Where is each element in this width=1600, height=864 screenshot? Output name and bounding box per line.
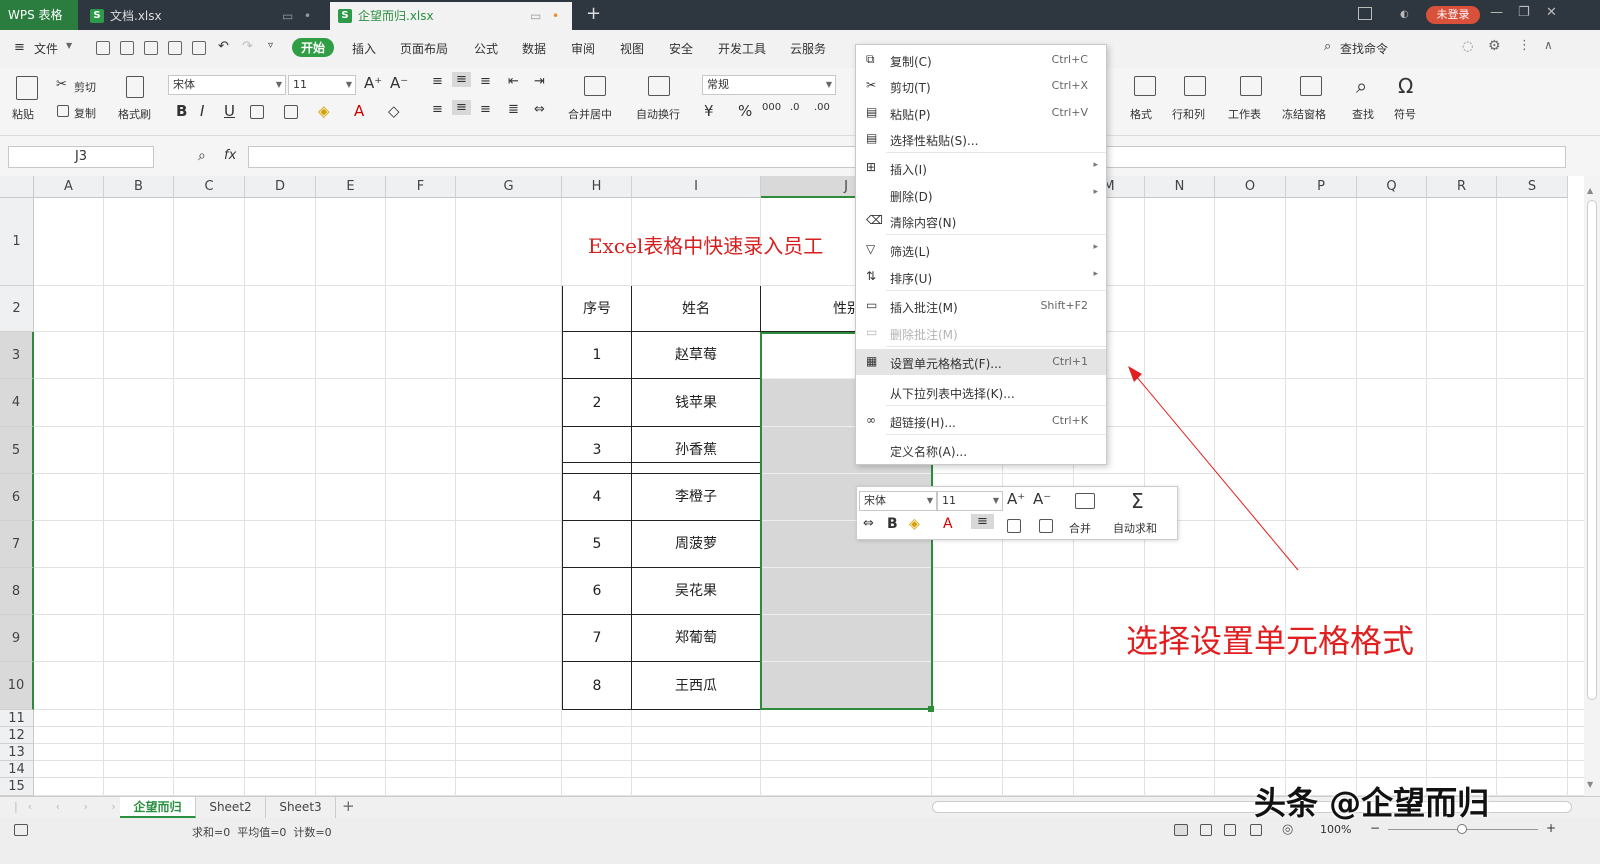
submenu-arrow-icon: ▸ xyxy=(1093,187,1098,197)
font-color-icon[interactable]: A xyxy=(943,516,953,532)
context-menu-shortcut: Shift+F2 xyxy=(1040,299,1088,312)
filter-icon: ▽ xyxy=(866,242,876,256)
context-menu-item-4[interactable]: ⊞ 插入(I) ▸ xyxy=(856,155,1106,181)
zoom-in-icon[interactable]: + xyxy=(1546,821,1556,835)
context-menu-label: 复制(C) xyxy=(890,55,932,69)
context-menu-shortcut: Ctrl+C xyxy=(1051,53,1088,66)
context-menu: ⧉ 复制(C) Ctrl+C ✂ 剪切(T) Ctrl+X ▤ 粘贴(P) Ctrl+V ▤ 选择性… xyxy=(855,44,1107,465)
context-menu-item-7[interactable]: ▽ 筛选(L) ▸ xyxy=(856,237,1106,263)
eraser-icon: ⌫ xyxy=(866,213,883,227)
chevron-down-icon: ▼ xyxy=(992,496,999,505)
context-menu-item-2[interactable]: ▤ 粘贴(P) Ctrl+V xyxy=(856,100,1106,126)
context-menu-item-8[interactable]: ⇅ 排序(U) ▸ xyxy=(856,264,1106,290)
sheet-tab-2[interactable]: Sheet2 xyxy=(196,797,266,818)
submenu-arrow-icon: ▸ xyxy=(1093,269,1098,279)
annotation-text: 选择设置单元格格式 xyxy=(1126,622,1415,660)
fill-color-icon[interactable]: ◈ xyxy=(909,516,920,532)
context-menu-item-12[interactable]: 从下拉列表中选择(K)... xyxy=(856,379,1106,405)
context-menu-label: 设置单元格格式(F)... xyxy=(890,357,1002,371)
context-menu-label: 排序(U) xyxy=(890,272,933,286)
eye-icon[interactable]: ◎ xyxy=(1282,822,1293,837)
submenu-arrow-icon: ▸ xyxy=(1093,242,1098,252)
status-bar: 求和=0 平均值=0 计数=0 ◎ 100% − + xyxy=(0,818,1600,864)
link-icon: ∞ xyxy=(866,413,876,427)
context-menu-label: 插入批注(M) xyxy=(890,301,958,315)
submenu-arrow-icon: ▸ xyxy=(1093,160,1098,170)
context-menu-separator xyxy=(886,434,1106,435)
context-menu-separator xyxy=(886,405,1106,406)
mini-font-name-value: 宋体 xyxy=(864,494,886,507)
context-menu-label: 插入(I) xyxy=(890,163,927,177)
copy-icon: ⧉ xyxy=(866,52,875,66)
mini-font-name[interactable]: 宋体 ▼ xyxy=(859,491,937,511)
context-menu-item-5[interactable]: 删除(D) ▸ xyxy=(856,182,1106,208)
wrap-icon[interactable]: ⇔ xyxy=(863,516,874,531)
bold-icon[interactable]: B xyxy=(887,516,898,532)
context-menu-label: 粘贴(P) xyxy=(890,108,931,122)
add-sheet-icon[interactable]: + xyxy=(342,797,355,815)
context-menu-label: 筛选(L) xyxy=(890,245,931,259)
font-grow-icon[interactable]: A⁺ xyxy=(1007,490,1025,508)
context-menu-shortcut: Ctrl+1 xyxy=(1052,355,1088,368)
context-menu-label: 定义名称(A)... xyxy=(890,445,968,459)
sigma-icon[interactable]: Σ xyxy=(1131,489,1144,513)
context-menu-label: 剪切(T) xyxy=(890,81,931,95)
context-menu-label: 删除(D) xyxy=(890,190,933,204)
annotation-arrow xyxy=(1128,366,1299,571)
align-center-icon[interactable]: ≡ xyxy=(971,514,994,529)
sheet-tab-1[interactable]: 企望而归 xyxy=(120,797,196,818)
context-menu-label: 选择性粘贴(S)... xyxy=(890,134,979,148)
context-menu-separator xyxy=(886,152,1106,153)
autosum-button[interactable]: 自动求和 xyxy=(1113,520,1157,536)
context-menu-label: 清除内容(N) xyxy=(890,216,957,230)
context-menu-item-13[interactable]: ∞ 超链接(H)... Ctrl+K xyxy=(856,408,1106,434)
context-menu-shortcut: Ctrl+K xyxy=(1051,414,1088,427)
chevron-down-icon: ▼ xyxy=(926,496,933,505)
reading-mode-icon[interactable] xyxy=(1250,824,1262,836)
mini-font-size[interactable]: 11 ▼ xyxy=(937,491,1003,511)
mini-font-size-value: 11 xyxy=(942,494,956,507)
status-summary: 求和=0 平均值=0 计数=0 xyxy=(192,826,332,839)
context-menu-separator xyxy=(886,290,1106,291)
context-menu-separator xyxy=(886,346,1106,347)
paste-special-icon: ▤ xyxy=(866,131,878,145)
context-menu-label: 从下拉列表中选择(K)... xyxy=(890,387,1015,401)
watermark: 头条 @企望而归 xyxy=(1254,784,1490,822)
sort-icon: ⇅ xyxy=(866,269,877,283)
zoom-slider-thumb[interactable] xyxy=(1457,824,1467,834)
context-menu-shortcut: Ctrl+X xyxy=(1051,79,1088,92)
page-break-icon[interactable] xyxy=(1224,824,1236,836)
insert-icon: ⊞ xyxy=(866,160,877,174)
format-cells-icon: ▦ xyxy=(866,354,878,368)
delete-comment-icon: ▭ xyxy=(866,325,878,339)
context-menu-item-11[interactable]: ▦ 设置单元格格式(F)... Ctrl+1 xyxy=(856,349,1106,375)
context-menu-shortcut: Ctrl+V xyxy=(1051,106,1088,119)
context-menu-item-10[interactable]: ▭ 删除批注(M) xyxy=(856,320,1106,346)
context-menu-item-14[interactable]: 定义名称(A)... xyxy=(856,437,1106,463)
mini-toolbar: 宋体 ▼ 11 ▼ A⁺ A⁻ ⇔ B ◈ A ≡ 合并 Σ 自动求和 xyxy=(856,486,1178,540)
font-shrink-icon[interactable]: A⁻ xyxy=(1033,490,1051,508)
merge-icon[interactable] xyxy=(1075,493,1095,509)
clear-icon[interactable] xyxy=(1039,519,1053,533)
comment-icon: ▭ xyxy=(866,298,878,312)
context-menu-item-9[interactable]: ▭ 插入批注(M) Shift+F2 xyxy=(856,293,1106,319)
page-layout-icon[interactable] xyxy=(1200,824,1212,836)
status-doc-icon[interactable] xyxy=(14,824,28,836)
context-menu-item-1[interactable]: ✂ 剪切(T) Ctrl+X xyxy=(856,73,1106,99)
context-menu-label: 删除批注(M) xyxy=(890,328,958,342)
context-menu-label: 超链接(H)... xyxy=(890,416,956,430)
mini-merge-button[interactable]: 合并 xyxy=(1069,520,1091,536)
normal-view-icon[interactable] xyxy=(1174,824,1188,836)
paste-icon: ▤ xyxy=(866,105,878,119)
context-menu-item-3[interactable]: ▤ 选择性粘贴(S)... xyxy=(856,126,1106,152)
sheet-tab-3[interactable]: Sheet3 xyxy=(266,797,336,818)
scissors-icon: ✂ xyxy=(866,78,877,92)
zoom-level[interactable]: 100% xyxy=(1320,823,1351,836)
context-menu-separator xyxy=(886,234,1106,235)
border-icon[interactable] xyxy=(1007,519,1021,533)
context-menu-item-0[interactable]: ⧉ 复制(C) Ctrl+C xyxy=(856,47,1106,73)
context-menu-item-6[interactable]: ⌫ 清除内容(N) xyxy=(856,208,1106,234)
